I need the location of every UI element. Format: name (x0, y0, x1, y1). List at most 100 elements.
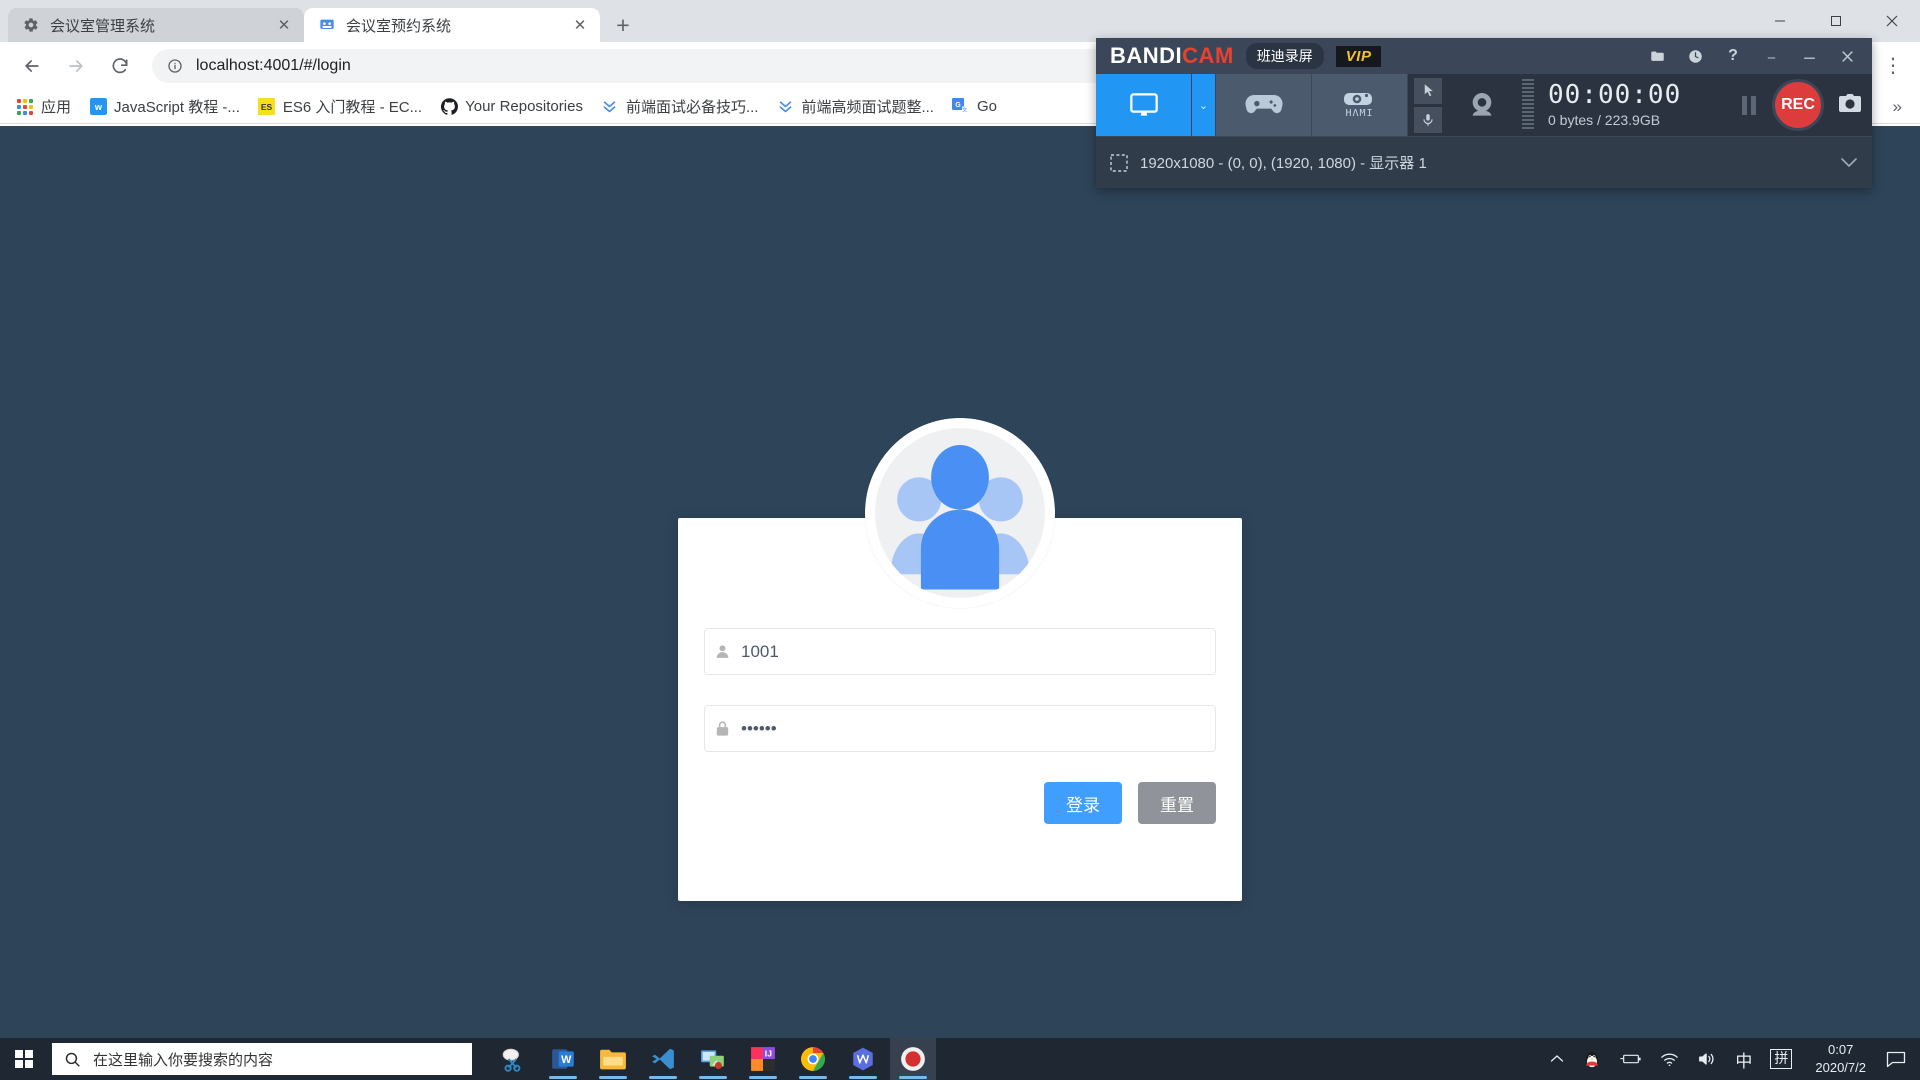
github-icon (440, 98, 458, 116)
wifi-icon[interactable] (1651, 1038, 1688, 1080)
record-button[interactable]: REC (1772, 79, 1824, 131)
bandicam-chinese-name: 班迪录屏 (1245, 43, 1324, 69)
address-bar-url: localhost:4001/#/login (196, 57, 351, 74)
minimize-to-tray-icon[interactable] (1752, 38, 1790, 74)
taskbar-clock[interactable]: 0:07 2020/7/2 (1801, 1038, 1880, 1080)
chevrons-down-icon (776, 98, 794, 116)
close-icon[interactable]: ✕ (570, 15, 590, 35)
bookmark-frontend-hot-questions[interactable]: 前端高频面试题整... (768, 93, 942, 121)
ime-pinyin-label: 拼 (1770, 1049, 1793, 1069)
cursor-toggle[interactable] (1414, 77, 1442, 104)
bookmarks-overflow-button[interactable]: » (1883, 97, 1912, 117)
tray-qq-icon[interactable] (1573, 1038, 1611, 1080)
audio-level-meter (1522, 79, 1534, 131)
bookmark-your-repositories[interactable]: Your Repositories (432, 93, 591, 121)
forward-button[interactable] (59, 49, 93, 83)
webcam-toggle[interactable] (1442, 89, 1522, 121)
recording-size-info: 0 bytes / 223.9GB (1548, 111, 1661, 128)
bandicam-overlay: BANDICAM 班迪录屏 VIP ? ⌄ HΛMI 00:00:00 0 by… (1096, 38, 1872, 188)
mode-dropdown-button[interactable]: ⌄ (1192, 74, 1216, 136)
screen-record-mode-button[interactable] (1096, 74, 1192, 136)
bookmark-label: Your Repositories (465, 98, 583, 115)
bandicam-timer-block: 00:00:00 0 bytes / 223.9GB (1548, 82, 1681, 128)
battery-icon[interactable] (1611, 1038, 1651, 1080)
clock-icon[interactable] (1676, 38, 1714, 74)
wangdoc-icon: w (89, 98, 107, 116)
tab-meeting-room-management[interactable]: 会议室管理系统 ✕ (8, 8, 304, 42)
bandicam-status-bar[interactable]: 1920x1080 - (0, 0), (1920, 1080) - 显示器 1 (1096, 136, 1872, 188)
password-field-wrapper[interactable] (704, 705, 1216, 752)
taskbar-apps: W IJ (490, 1038, 936, 1080)
svg-text:W: W (561, 1054, 572, 1066)
bookmark-apps[interactable]: 应用 (8, 93, 79, 121)
login-button[interactable]: 登录 (1044, 782, 1122, 824)
window-minimize-button[interactable] (1752, 0, 1808, 42)
window-close-button[interactable] (1864, 0, 1920, 42)
window-maximize-button[interactable] (1808, 0, 1864, 42)
bandicam-title-bar: BANDICAM 班迪录屏 VIP ? (1096, 38, 1872, 74)
reload-button[interactable] (103, 49, 137, 83)
tab-meeting-room-booking[interactable]: 会议室预约系统 ✕ (304, 8, 600, 42)
bandicam-mode-bar: ⌄ HΛMI 00:00:00 0 bytes / 223.9GB REC (1096, 74, 1872, 136)
windows-taskbar: 在这里输入你要搜索的内容 W IJ 中 拼 0:07 2020/7/2 (0, 1038, 1920, 1080)
bookmark-javascript-tutorial[interactable]: w JavaScript 教程 -... (81, 93, 248, 121)
device-record-mode-button[interactable]: HΛMI (1312, 74, 1408, 136)
bookmark-label: ES6 入门教程 - EC... (282, 99, 423, 116)
back-button[interactable] (15, 49, 49, 83)
apps-grid-icon (16, 98, 34, 116)
bookmark-es6-tutorial[interactable]: ES ES6 入门教程 - EC... (250, 93, 430, 121)
folder-icon[interactable] (1638, 38, 1676, 74)
taskbar-app-microsoft-word[interactable]: W (540, 1038, 586, 1080)
password-input[interactable] (739, 706, 1215, 751)
svg-text:w: w (93, 102, 102, 112)
ime-pinyin-indicator[interactable]: 拼 (1761, 1038, 1801, 1080)
bookmark-frontend-interview-skills[interactable]: 前端面试必备技巧... (593, 93, 767, 121)
taskbar-app-wps-office[interactable] (840, 1038, 886, 1080)
bookmark-label: JavaScript 教程 -... (114, 99, 240, 116)
taskbar-app-intellij-idea[interactable]: IJ (740, 1038, 786, 1080)
chevron-down-icon[interactable] (1840, 155, 1858, 171)
es6-icon: ES (258, 98, 276, 116)
game-record-mode-button[interactable] (1216, 74, 1312, 136)
taskbar-app-bandicam[interactable] (890, 1038, 936, 1080)
start-button[interactable] (0, 1038, 48, 1080)
camera-icon[interactable] (1838, 93, 1862, 117)
google-translate-icon: G文 (952, 98, 970, 116)
tab-title: 会议室预约系统 (346, 17, 452, 35)
bookmark-label: 前端面试必备技巧... (625, 99, 759, 116)
taskbar-search-box[interactable]: 在这里输入你要搜索的内容 (52, 1043, 472, 1075)
close-icon[interactable] (1828, 38, 1866, 74)
bookmark-google-translate[interactable]: G文 Go (944, 93, 1005, 121)
notification-icon[interactable] (1880, 1038, 1918, 1080)
window-controls (1752, 0, 1920, 42)
pause-button[interactable] (1742, 95, 1756, 115)
taskbar-app-visual-studio-code[interactable] (640, 1038, 686, 1080)
help-icon[interactable]: ? (1714, 38, 1752, 74)
minimize-icon[interactable] (1790, 38, 1828, 74)
taskbar-app-google-chrome[interactable] (790, 1038, 836, 1080)
gear-icon (22, 16, 40, 34)
lock-icon (705, 720, 739, 737)
volume-icon[interactable] (1688, 1038, 1726, 1080)
bookmark-label: 应用 (41, 99, 72, 116)
page-viewport: 登录 重置 (0, 126, 1920, 1038)
close-icon[interactable]: ✕ (274, 15, 294, 35)
windows-logo-icon (15, 1050, 33, 1068)
taskbar-app-remote-desktop[interactable] (690, 1038, 736, 1080)
username-input[interactable] (739, 629, 1215, 674)
taskbar-search-placeholder: 在这里输入你要搜索的内容 (93, 1051, 274, 1069)
chrome-menu-button[interactable]: ⋮ (1876, 49, 1910, 83)
ime-mode-indicator[interactable]: 中 (1726, 1038, 1761, 1080)
new-tab-button[interactable]: + (606, 8, 640, 42)
group-of-people-avatar (875, 428, 1045, 598)
info-circle-icon[interactable] (166, 57, 184, 75)
tab-title: 会议室管理系统 (50, 17, 156, 35)
tray-overflow-button[interactable] (1541, 1038, 1573, 1080)
bookmark-label: 前端高频面试题整... (801, 99, 934, 116)
microphone-toggle[interactable] (1414, 106, 1442, 133)
taskbar-app-file-explorer[interactable] (590, 1038, 636, 1080)
reset-button[interactable]: 重置 (1138, 782, 1216, 824)
username-field-wrapper[interactable] (704, 628, 1216, 675)
taskbar-app-snipping-tool[interactable] (490, 1038, 536, 1080)
user-icon (705, 643, 739, 660)
